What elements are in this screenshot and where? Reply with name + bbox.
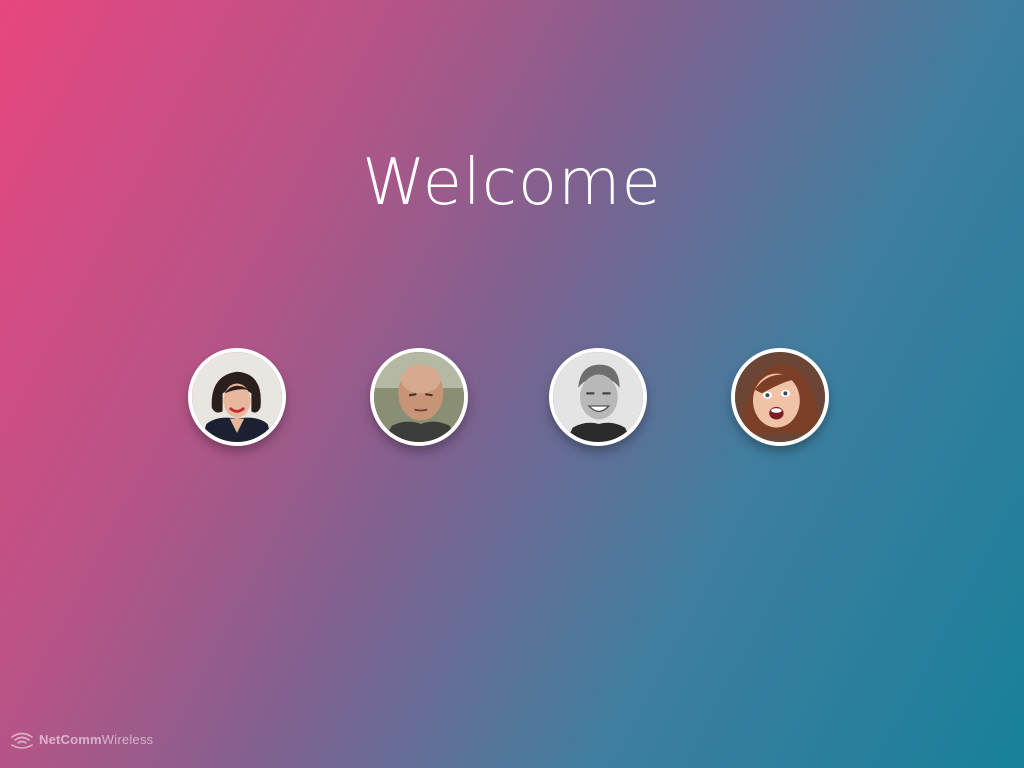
man-bald-portrait-icon	[374, 352, 464, 442]
avatar-user-4[interactable]	[731, 348, 829, 446]
brand-name: NetCommWireless	[39, 732, 153, 747]
page-title: Welcome	[362, 146, 662, 220]
woman-surprised-portrait-icon	[735, 352, 825, 442]
brand-logo: NetCommWireless	[10, 728, 153, 750]
woman-portrait-icon	[192, 352, 282, 442]
avatar-user-1[interactable]	[188, 348, 286, 446]
wifi-waves-icon	[11, 732, 33, 749]
avatar-user-2[interactable]	[370, 348, 468, 446]
brand-name-light: Wireless	[101, 731, 154, 747]
man-smiling-portrait-icon	[553, 352, 643, 442]
avatar-user-3[interactable]	[549, 348, 647, 446]
brand-name-bold: NetComm	[39, 731, 102, 747]
avatar-row	[0, 348, 1024, 456]
